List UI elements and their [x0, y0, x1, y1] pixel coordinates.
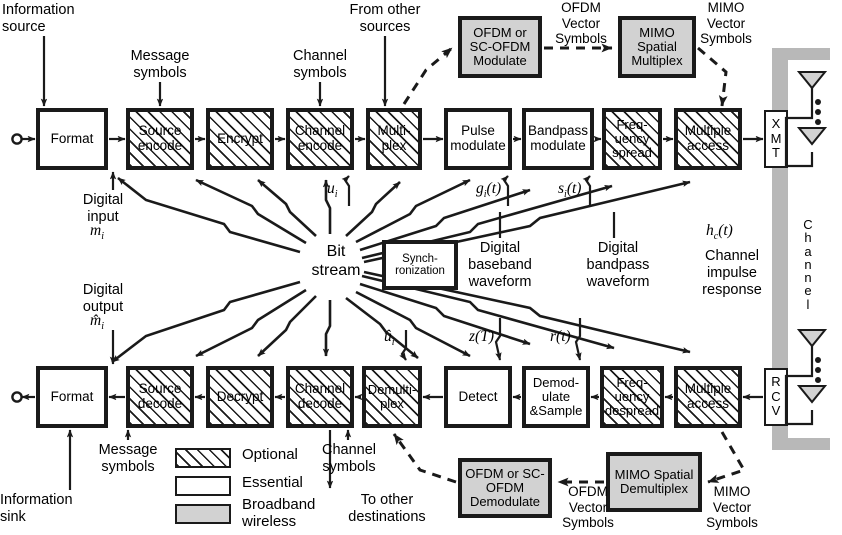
dot-xmt-3	[815, 119, 821, 125]
dot-xmt-1	[815, 99, 821, 105]
antenna-icon-rcv-2	[796, 385, 828, 404]
antenna-icon-xmt-2	[796, 127, 828, 146]
dot-rcv-2	[815, 367, 821, 373]
dot-rcv-1	[815, 357, 821, 363]
lead-xmt-lower	[784, 139, 814, 168]
dot-xmt-2	[815, 109, 821, 115]
lead-rcv-lower	[784, 397, 814, 426]
dot-rcv-3	[815, 377, 821, 383]
antenna-icon-xmt-1	[796, 71, 828, 90]
antenna-layer	[784, 71, 828, 426]
diagram-canvas: C h a n n e l Format Source encode Encry…	[0, 0, 842, 535]
antenna-icon-rcv-1	[796, 329, 828, 348]
